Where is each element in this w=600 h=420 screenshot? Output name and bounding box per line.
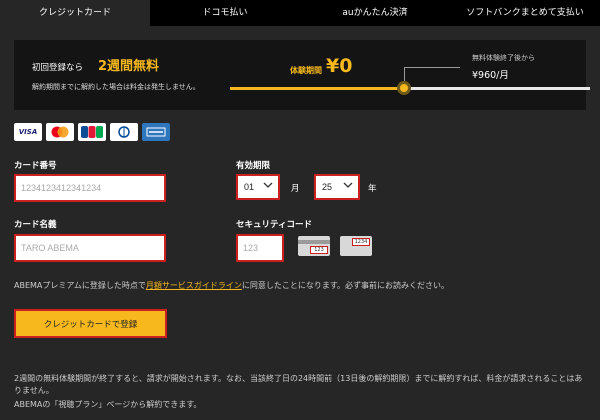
banner-cancel-note: 解約期間までに解約した場合は料金は発生しません。 <box>32 83 200 91</box>
card-name-input[interactable]: TARO ABEMA <box>14 234 166 262</box>
timeline-trial-track <box>230 87 404 90</box>
service-guideline-link[interactable]: 月額サービスガイドライン <box>146 281 242 290</box>
visa-icon: VISA <box>14 123 42 141</box>
security-code-label: セキュリティコード <box>236 220 312 230</box>
card-number-input[interactable]: 1234123412341234 <box>14 174 166 202</box>
chevron-down-icon <box>343 180 353 192</box>
amex-icon <box>142 123 170 141</box>
cancel-note: ABEMAの「視聴プラン」ページから解約できます。 <box>14 400 202 409</box>
after-trial-label: 無料体験終了後から <box>472 54 535 62</box>
security-code-placeholder: 123 <box>243 243 259 253</box>
tab-au[interactable]: auかんたん決済 <box>300 0 450 26</box>
expiry-label: 有効期限 <box>236 161 271 171</box>
expiry-year-unit: 年 <box>368 184 377 194</box>
banner-free-period: 2週間無料 <box>98 59 160 74</box>
card-name-placeholder: TARO ABEMA <box>21 243 79 253</box>
billing-note: 2週間の無料体験期間が終了すると、請求が開始されます。なお、当該終了日の24時間… <box>14 374 583 395</box>
payment-method-tabs: クレジットカード ドコモ払い auかんたん決済 ソフトバンクまとめて支払い <box>0 0 600 26</box>
security-code-input[interactable]: 123 <box>236 234 284 262</box>
tab-docomo[interactable]: ドコモ払い <box>150 0 300 26</box>
jcb-icon <box>78 123 106 141</box>
agreement-text: ABEMAプレミアムに登録した時点で月額サービスガイドラインに同意したことになり… <box>14 280 449 291</box>
card-back-cvv-icon: 123 <box>298 236 330 256</box>
mastercard-icon <box>46 123 74 141</box>
tab-softbank[interactable]: ソフトバンクまとめて支払い <box>450 0 600 26</box>
card-number-label: カード番号 <box>14 161 57 171</box>
register-credit-card-button[interactable]: クレジットカードで登録 <box>14 309 167 338</box>
banner-line1-prefix: 初回登録なら <box>32 63 84 73</box>
cvv-sample-3digit: 123 <box>310 246 328 254</box>
trial-banner: 初回登録なら 2週間無料 解約期間までに解約した場合は料金は発生しません。 体験… <box>14 40 590 110</box>
cvv-sample-4digit: 1234 <box>352 238 370 246</box>
agreement-suffix: に同意したことになります。必ず事前にお読みください。 <box>241 281 450 290</box>
expiry-year-value: 25 <box>322 182 333 192</box>
timeline-marker-line <box>404 67 460 81</box>
expiry-month-value: 01 <box>244 182 255 192</box>
expiry-month-select[interactable]: 01 <box>236 174 280 200</box>
agreement-prefix: ABEMAプレミアムに登録した時点で <box>14 281 146 290</box>
timeline-knob <box>397 81 411 95</box>
expiry-year-select[interactable]: 25 <box>314 174 360 200</box>
timeline-paid-track <box>404 87 590 90</box>
tab-credit-card[interactable]: クレジットカード <box>0 0 150 26</box>
chevron-down-icon <box>263 180 273 192</box>
card-number-placeholder: 1234123412341234 <box>21 183 102 193</box>
expiry-month-unit: 月 <box>291 184 300 194</box>
card-name-label: カード名義 <box>14 220 57 230</box>
trial-period-label: 体験期間 <box>290 66 322 75</box>
diners-club-icon <box>110 123 138 141</box>
trial-price: ¥0 <box>326 55 353 77</box>
card-front-cvv-icon: 1234 <box>340 236 372 256</box>
after-trial-price: ¥960/月 <box>472 70 509 81</box>
